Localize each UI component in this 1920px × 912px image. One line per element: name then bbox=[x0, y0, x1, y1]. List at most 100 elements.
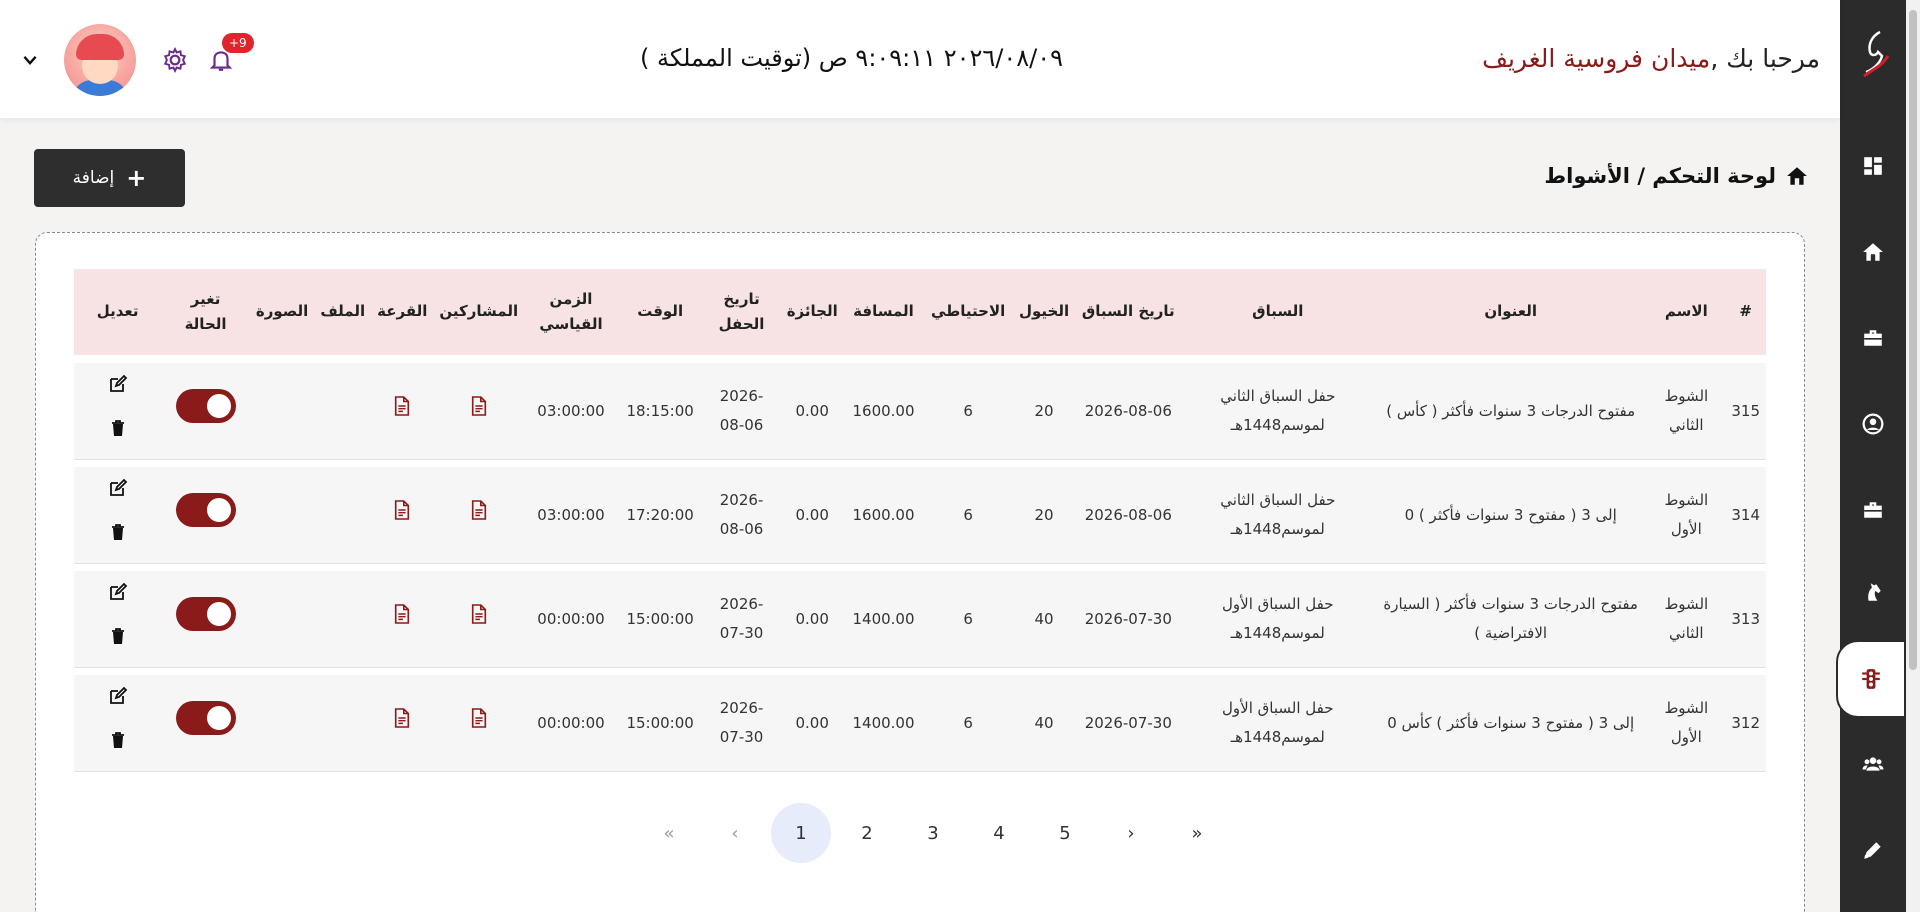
cell-participants bbox=[433, 363, 524, 459]
cell-image bbox=[250, 363, 314, 459]
edit-icon[interactable] bbox=[108, 374, 128, 404]
cell-party_date: 2026-07-30 bbox=[719, 699, 764, 746]
table-header-row: # الاسم العنوان السباق تاريخ السباق الخي… bbox=[74, 269, 1766, 355]
draw-file-icon[interactable] bbox=[392, 708, 412, 730]
chevron-down-icon[interactable] bbox=[20, 50, 40, 70]
sidebar-item-profile[interactable] bbox=[1840, 394, 1906, 454]
heats-table: # الاسم العنوان السباق تاريخ السباق الخي… bbox=[74, 269, 1766, 772]
place-name: ميدان فروسية الغريف bbox=[1482, 44, 1711, 73]
cell-name: الشوط الأول bbox=[1664, 699, 1709, 746]
sidebar-item-briefcase-2[interactable] bbox=[1840, 480, 1906, 540]
sidebar-item-edit[interactable] bbox=[1840, 820, 1906, 880]
cell-prize: 0.00 bbox=[795, 401, 829, 420]
sidebar bbox=[1836, 0, 1920, 912]
edit-icon[interactable] bbox=[108, 478, 128, 508]
trash-icon[interactable] bbox=[108, 418, 128, 448]
pagination-page-5[interactable]: 5 bbox=[1035, 803, 1095, 863]
users-icon bbox=[1862, 757, 1884, 771]
draw-file-icon[interactable] bbox=[392, 396, 412, 418]
pagination-next[interactable]: › bbox=[1101, 803, 1161, 863]
sidebar-item-dashboard[interactable] bbox=[1840, 136, 1906, 196]
cell-title: مفتوح الدرجات 3 سنوات فأكثر ( كأس ) bbox=[1386, 401, 1636, 420]
cell-race: حفل السباق الثاني لموسم1448هـ bbox=[1220, 491, 1336, 538]
cell-time: 17:20:00 bbox=[626, 505, 694, 524]
sidebar-item-races[interactable] bbox=[1836, 640, 1906, 718]
col-image: الصورة bbox=[255, 302, 309, 321]
cell-status bbox=[161, 363, 250, 459]
cell-status bbox=[161, 467, 250, 563]
home-icon bbox=[1863, 243, 1883, 261]
cell-distance: 1400.00 bbox=[852, 713, 915, 732]
scrollbar-thumb[interactable] bbox=[1909, 10, 1917, 670]
cell-file bbox=[314, 571, 371, 667]
cell-reserve: 6 bbox=[963, 505, 973, 524]
sidebar-item-horses[interactable] bbox=[1840, 562, 1906, 622]
pagination-prev[interactable]: ‹ bbox=[705, 803, 765, 863]
cell-distance: 1600.00 bbox=[852, 401, 915, 420]
col-time: الوقت bbox=[637, 302, 684, 321]
cell-id: 314 bbox=[1731, 505, 1760, 524]
status-toggle[interactable] bbox=[175, 701, 236, 735]
bell-icon[interactable]: +9 bbox=[208, 33, 254, 73]
status-toggle[interactable] bbox=[175, 597, 236, 631]
sidebar-item-home[interactable] bbox=[1840, 222, 1906, 282]
briefcase-icon bbox=[1864, 330, 1882, 346]
cell-prize: 0.00 bbox=[795, 505, 829, 524]
status-toggle[interactable] bbox=[175, 493, 236, 527]
pagination-last[interactable]: » bbox=[1167, 803, 1227, 863]
edit-icon[interactable] bbox=[108, 686, 128, 716]
pagination-page-2[interactable]: 2 bbox=[837, 803, 897, 863]
pagination-page-3[interactable]: 3 bbox=[903, 803, 963, 863]
sidebar-item-users[interactable] bbox=[1840, 734, 1906, 794]
cell-race_date: 2026-08-06 bbox=[1084, 505, 1172, 524]
col-prize: الجائزة bbox=[786, 302, 838, 321]
add-button[interactable]: + إضافة bbox=[34, 149, 185, 207]
participants-file-icon[interactable] bbox=[469, 708, 489, 730]
pen-icon bbox=[1864, 842, 1881, 859]
table-row: 312 الشوط الأول إلى 3 ( مفتوح 3 سنوات فأكث… bbox=[74, 675, 1766, 771]
col-name: الاسم bbox=[1664, 302, 1708, 321]
col-status: تغير الحالة bbox=[184, 289, 227, 334]
trash-icon[interactable] bbox=[108, 730, 128, 760]
cell-participants bbox=[433, 467, 524, 563]
draw-file-icon[interactable] bbox=[392, 500, 412, 522]
cell-horses: 40 bbox=[1034, 713, 1054, 732]
col-file: الملف bbox=[320, 302, 366, 321]
cell-record: 00:00:00 bbox=[537, 609, 605, 628]
status-toggle[interactable] bbox=[175, 389, 236, 423]
pagination-first[interactable]: « bbox=[639, 803, 699, 863]
edit-icon[interactable] bbox=[108, 582, 128, 612]
draw-file-icon[interactable] bbox=[392, 604, 412, 626]
cell-file bbox=[314, 467, 371, 563]
cell-race: حفل السباق الأول لموسم1448هـ bbox=[1222, 699, 1334, 746]
pagination-page-4[interactable]: 4 bbox=[969, 803, 1029, 863]
participants-file-icon[interactable] bbox=[469, 500, 489, 522]
avatar[interactable] bbox=[64, 24, 136, 96]
home-icon[interactable] bbox=[1786, 165, 1808, 187]
cell-draw bbox=[371, 571, 433, 667]
sidebar-item-briefcase[interactable] bbox=[1840, 308, 1906, 368]
cell-record: 03:00:00 bbox=[537, 401, 605, 420]
trash-icon[interactable] bbox=[108, 626, 128, 656]
gear-icon[interactable] bbox=[162, 46, 188, 74]
traffic-light-icon bbox=[1862, 669, 1880, 689]
col-party-date: تاريخ الحفل bbox=[718, 289, 765, 334]
cell-time: 15:00:00 bbox=[626, 609, 694, 628]
horse-logo-icon[interactable] bbox=[1858, 26, 1894, 90]
cell-reserve: 6 bbox=[963, 713, 973, 732]
cell-draw bbox=[371, 363, 433, 459]
pagination-page-1[interactable]: 1 bbox=[771, 803, 831, 863]
cell-race: حفل السباق الأول لموسم1448هـ bbox=[1222, 595, 1334, 642]
cell-participants bbox=[433, 675, 524, 771]
cell-file bbox=[314, 675, 371, 771]
cell-record: 00:00:00 bbox=[537, 713, 605, 732]
cell-actions bbox=[74, 571, 161, 667]
participants-file-icon[interactable] bbox=[469, 396, 489, 418]
col-id: # bbox=[1739, 302, 1752, 321]
sidebar-scrollbar[interactable] bbox=[1906, 0, 1920, 912]
participants-file-icon[interactable] bbox=[469, 604, 489, 626]
cell-horses: 40 bbox=[1034, 609, 1054, 628]
trash-icon[interactable] bbox=[108, 522, 128, 552]
top-header: مرحبا بك ,ميدان فروسية الغريف ٢٠٢٦/٠٨/٠٩… bbox=[0, 0, 1840, 118]
kingdom-clock: ٢٠٢٦/٠٨/٠٩ ٩:٠٩:١١ ص (توقيت المملكة ) bbox=[640, 44, 1063, 72]
